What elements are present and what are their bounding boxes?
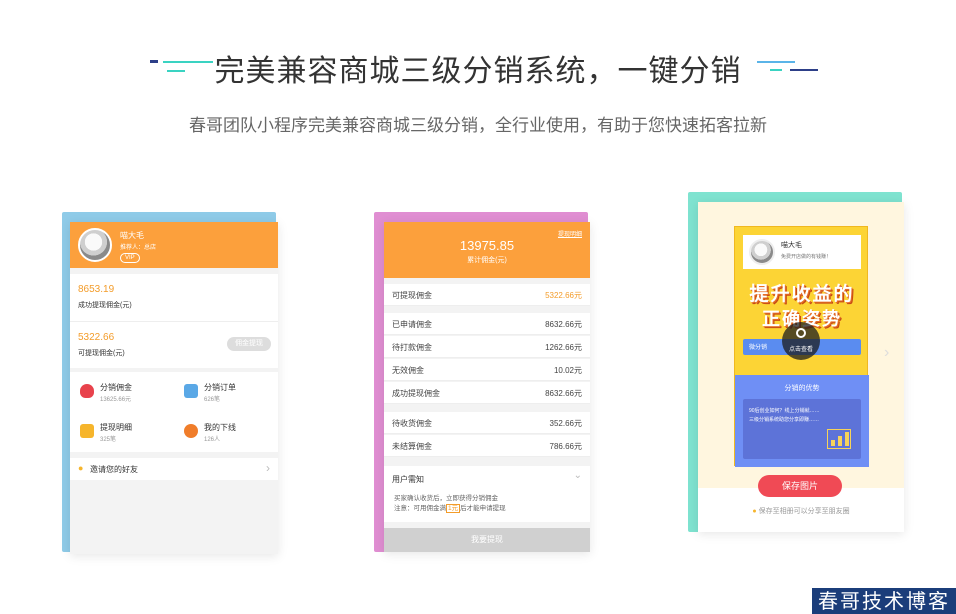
row-label: 待打款佣金 [392, 343, 432, 352]
list-item: 无效佣金 10.02元 [384, 359, 590, 381]
save-tip-text: 保存至相册可以分享至朋友圈 [758, 508, 850, 515]
poster-advantage-box: 90后创业如何？线上分销就……三级分销系统助您分享即赚…… [743, 399, 861, 459]
list-item: 可提现佣金 5322.66元 [384, 284, 590, 306]
total-amount: 13975.85 [459, 238, 515, 253]
total-label: 累计佣金(元) [467, 257, 507, 264]
grid-item-title: 我的下线 [204, 423, 236, 432]
list-item: 成功提现佣金 8632.66元 [384, 382, 590, 404]
share-poster-card: 喵大毛 免费开店做的有钱赚！ 提升收益的 正确姿势 微分销 分销的优势 90后创… [698, 202, 904, 532]
user-header: 喵大毛 推荐人：总店 VIP [70, 222, 278, 268]
page-subtitle: 春哥团队小程序完美兼容商城三级分销，全行业使用，有助于您快速拓客拉新 [189, 116, 767, 135]
row-value: 8632.66元 [545, 389, 582, 398]
avatar [78, 228, 112, 262]
list-item: 待打款佣金 1262.66元 [384, 336, 590, 358]
notice-highlight: 1元 [446, 504, 461, 513]
menu-grid: 分销佣金 13625.66元 分销订单 626笔 提现明细 325笔 我的下线 … [70, 372, 278, 452]
row-value: 10.02元 [553, 366, 582, 375]
row-label: 成功提现佣金 [392, 389, 440, 398]
grid-item-sub: 325笔 [100, 437, 117, 443]
success-label: 成功提现佣金(元) [78, 302, 132, 309]
watermark: 春哥技术博客 [812, 588, 956, 614]
grid-item-sub: 13625.66元 [100, 397, 132, 403]
withdraw-commission-button[interactable]: 佣金提现 [227, 337, 271, 351]
avatar [749, 239, 775, 265]
save-image-button[interactable]: 保存图片 [758, 475, 842, 497]
title-decoration-right [770, 69, 782, 71]
grid-item-title: 提现明细 [100, 423, 132, 432]
grid-item-withdraw-detail[interactable]: 提现明细 325笔 [70, 412, 174, 452]
order-clipboard-icon [184, 384, 198, 398]
save-tip: ● 保存至相册可以分享至朋友圈 [698, 506, 904, 516]
view-poster-button[interactable]: 点击查看 [782, 322, 820, 360]
user-notice: 用户需知 ⌄ 买家确认收货后，立即获得分销佣金 注意：可用佣金满 1元 后才能申请提… [384, 466, 590, 522]
bulb-icon: ● [78, 463, 84, 473]
money-bag-icon [80, 384, 94, 398]
available-label: 可提现佣金(元) [78, 350, 125, 357]
row-label: 无效佣金 [392, 366, 424, 375]
row-value: 8632.66元 [545, 320, 582, 329]
available-amount: 5322.66 [78, 332, 115, 343]
row-value: 786.66元 [549, 442, 582, 451]
notice-text: 后才能申请提现 [460, 505, 506, 512]
referrer-text: 推荐人：总店 [120, 245, 157, 251]
next-slide-arrow[interactable]: › [884, 344, 889, 362]
chevron-right-icon: › [266, 461, 270, 475]
invite-friends-row[interactable]: ● 邀请您的好友 › [70, 458, 278, 480]
grid-item-sub: 126人 [204, 437, 221, 443]
invite-label: 邀请您的好友 [90, 465, 138, 474]
row-label: 未结算佣金 [392, 442, 432, 451]
grid-item-title: 分销佣金 [100, 383, 132, 392]
vip-badge: VIP [120, 253, 140, 263]
grid-item-sub: 626笔 [204, 397, 221, 403]
row-value: 5322.66元 [545, 291, 582, 300]
total-commission-header: 提现明细 13975.85 累计佣金(元) [384, 222, 590, 278]
poster-advantage-section: 分销的优势 90后创业如何？线上分销就……三级分销系统助您分享即赚…… [735, 375, 869, 467]
bar-chart-icon [827, 429, 851, 449]
grid-item-title: 分销订单 [204, 383, 236, 392]
poster-ribbon-text: 微分销 [749, 345, 768, 351]
success-amount: 8653.19 [78, 284, 115, 295]
user-name: 喵大毛 [120, 231, 144, 240]
wallet-icon [80, 424, 94, 438]
row-label: 已申请佣金 [392, 320, 432, 329]
poster-user-name: 喵大毛 [781, 242, 802, 249]
poster-area: 喵大毛 免费开店做的有钱赚！ 提升收益的 正确姿势 微分销 分销的优势 90后创… [698, 202, 904, 488]
chevron-down-icon[interactable]: ⌄ [574, 470, 582, 481]
poster-advantage-title: 分销的优势 [784, 385, 820, 392]
commission-detail-card: 提现明细 13975.85 累计佣金(元) 可提现佣金 5322.66元 已申请… [384, 222, 590, 552]
poster-user-sub: 免费开店做的有钱赚！ [781, 254, 832, 260]
notice-line: 买家确认收货后，立即获得分销佣金 [394, 495, 498, 502]
poster-headline: 提升收益的 [749, 284, 855, 305]
grid-item-commission[interactable]: 分销佣金 13625.66元 [70, 372, 174, 412]
distribution-center-card: 喵大毛 推荐人：总店 VIP 8653.19 成功提现佣金(元) 5322.66… [70, 222, 278, 554]
bulb-icon: ● [752, 508, 757, 515]
poster-advantage-text: 90后创业如何？线上分销就……三级分销系统助您分享即赚…… [749, 408, 820, 423]
grid-item-downline[interactable]: 我的下线 126人 [174, 412, 278, 452]
title-decoration-right [790, 69, 818, 71]
people-icon [184, 424, 198, 438]
commission-stats: 8653.19 成功提现佣金(元) 5322.66 可提现佣金(元) 佣金提现 [70, 274, 278, 368]
title-decoration-right [757, 61, 795, 63]
page-title: 完美兼容商城三级分销系统，一键分销 [214, 55, 742, 88]
poster-user-box: 喵大毛 免费开店做的有钱赚！ [743, 235, 861, 269]
zoom-label: 点击查看 [788, 347, 813, 353]
row-value: 1262.66元 [545, 343, 582, 352]
request-withdraw-button[interactable]: 我要提现 [384, 528, 590, 552]
notice-title: 用户需知 [392, 475, 424, 484]
row-label: 可提现佣金 [392, 291, 432, 300]
row-label: 待收货佣金 [392, 419, 432, 428]
row-value: 352.66元 [549, 419, 582, 428]
list-item: 已申请佣金 8632.66元 [384, 313, 590, 335]
list-item: 未结算佣金 786.66元 [384, 435, 590, 457]
notice-text: 注意：可用佣金满 [394, 505, 446, 512]
search-icon [796, 328, 806, 338]
notice-line: 注意：可用佣金满 1元 后才能申请提现 [394, 502, 506, 513]
grid-item-orders[interactable]: 分销订单 626笔 [174, 372, 278, 412]
withdraw-detail-link[interactable]: 提现明细 [558, 229, 582, 238]
list-item: 待收货佣金 352.66元 [384, 412, 590, 434]
divider [70, 321, 278, 322]
